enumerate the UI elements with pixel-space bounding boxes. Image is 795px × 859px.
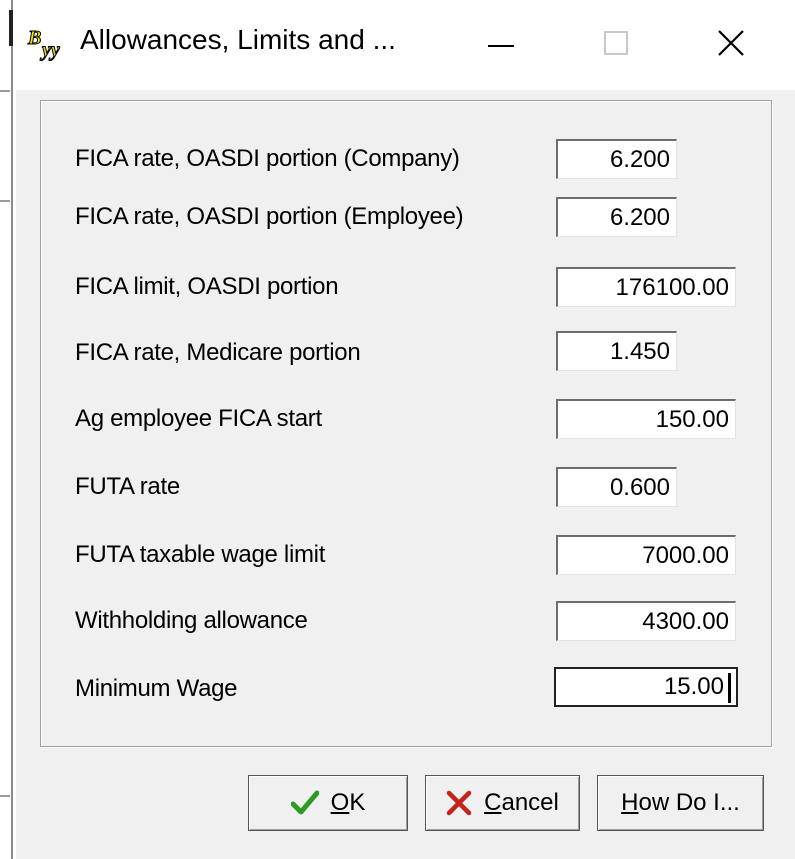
- window-title: Allowances, Limits and ...: [80, 24, 396, 55]
- ok-label: K: [349, 789, 366, 816]
- withholding-allowance-label: Withholding allowance: [75, 607, 308, 634]
- minimize-icon: [488, 45, 514, 47]
- minimum-wage-input[interactable]: [554, 667, 738, 707]
- cancel-button[interactable]: Cancel: [425, 775, 580, 831]
- svg-text:B: B: [27, 27, 41, 49]
- title-bar[interactable]: B yy Allowances, Limits and ...: [16, 0, 795, 90]
- svg-text:yy: yy: [40, 39, 60, 61]
- futa-wage-limit-input[interactable]: [556, 535, 736, 575]
- how-do-i-button[interactable]: How Do I...: [597, 775, 764, 831]
- cancel-mnemonic: C: [484, 789, 502, 816]
- how-label: ow Do I...: [638, 789, 740, 816]
- maximize-button[interactable]: [571, 8, 661, 78]
- fica-medicare-label: FICA rate, Medicare portion: [75, 339, 361, 366]
- futa-rate-label: FUTA rate: [75, 473, 180, 500]
- fica-oasdi-company-label: FICA rate, OASDI portion (Company): [75, 145, 460, 172]
- ok-button[interactable]: OK: [248, 775, 408, 831]
- settings-groupbox: FICA rate, OASDI portion (Company) FICA …: [40, 100, 772, 747]
- fica-oasdi-company-input[interactable]: [556, 139, 677, 179]
- checkmark-icon: [290, 790, 319, 815]
- background-window-edge: [0, 0, 16, 859]
- close-button[interactable]: [686, 8, 776, 78]
- maximize-icon: [604, 31, 628, 55]
- futa-rate-input[interactable]: [556, 467, 677, 507]
- how-mnemonic: H: [621, 789, 639, 816]
- x-icon: [446, 790, 472, 816]
- byw-logo-icon: B yy: [26, 26, 66, 62]
- futa-wage-limit-label: FUTA taxable wage limit: [75, 541, 326, 568]
- close-icon: [718, 30, 744, 56]
- fica-limit-oasdi-label: FICA limit, OASDI portion: [75, 273, 339, 300]
- fica-medicare-input[interactable]: [556, 331, 677, 371]
- fica-oasdi-employee-label: FICA rate, OASDI portion (Employee): [75, 203, 464, 230]
- ag-employee-fica-start-label: Ag employee FICA start: [75, 405, 322, 432]
- text-caret: [728, 673, 731, 703]
- ok-mnemonic: O: [330, 789, 350, 816]
- fica-oasdi-employee-input[interactable]: [556, 197, 677, 237]
- ag-employee-fica-start-input[interactable]: [556, 399, 736, 439]
- fica-limit-oasdi-input[interactable]: [556, 267, 736, 307]
- cancel-label: ancel: [501, 789, 559, 816]
- minimum-wage-label: Minimum Wage: [75, 675, 238, 702]
- withholding-allowance-input[interactable]: [556, 601, 736, 641]
- minimize-button[interactable]: [456, 8, 546, 78]
